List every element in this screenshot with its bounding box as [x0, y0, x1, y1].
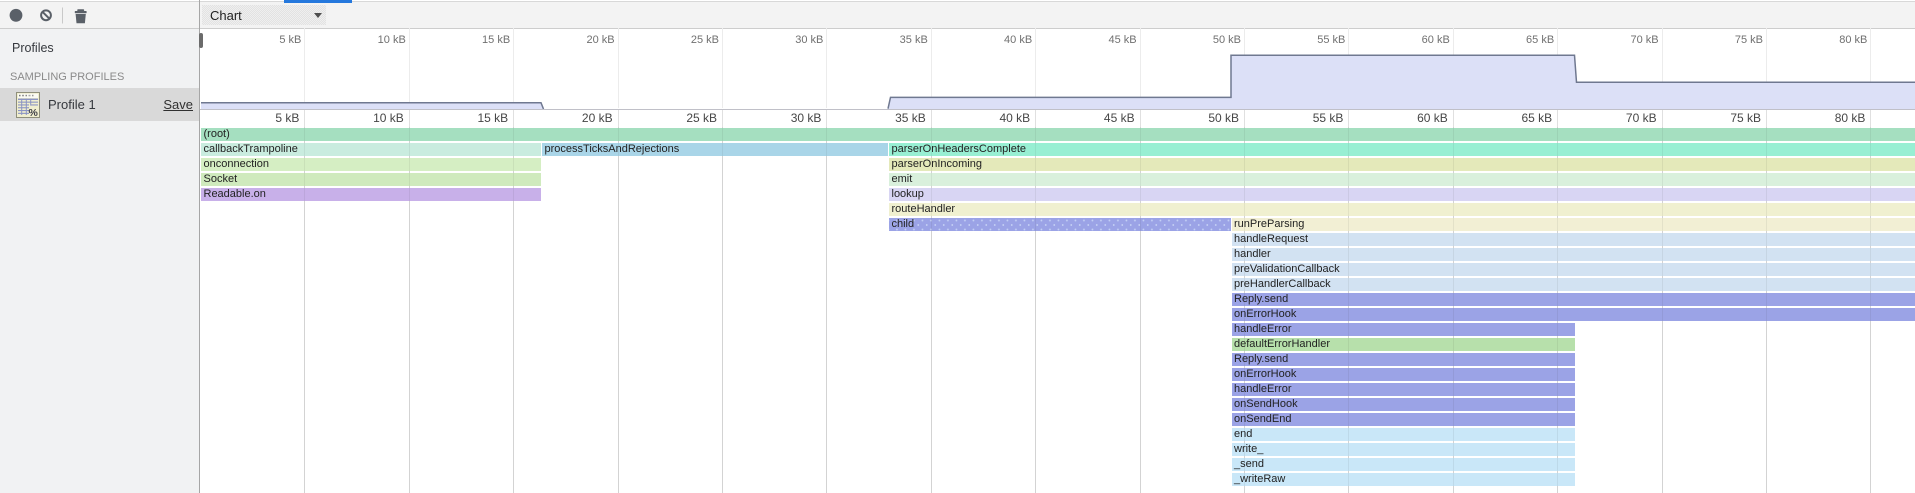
svg-text:%: % — [29, 107, 39, 118]
